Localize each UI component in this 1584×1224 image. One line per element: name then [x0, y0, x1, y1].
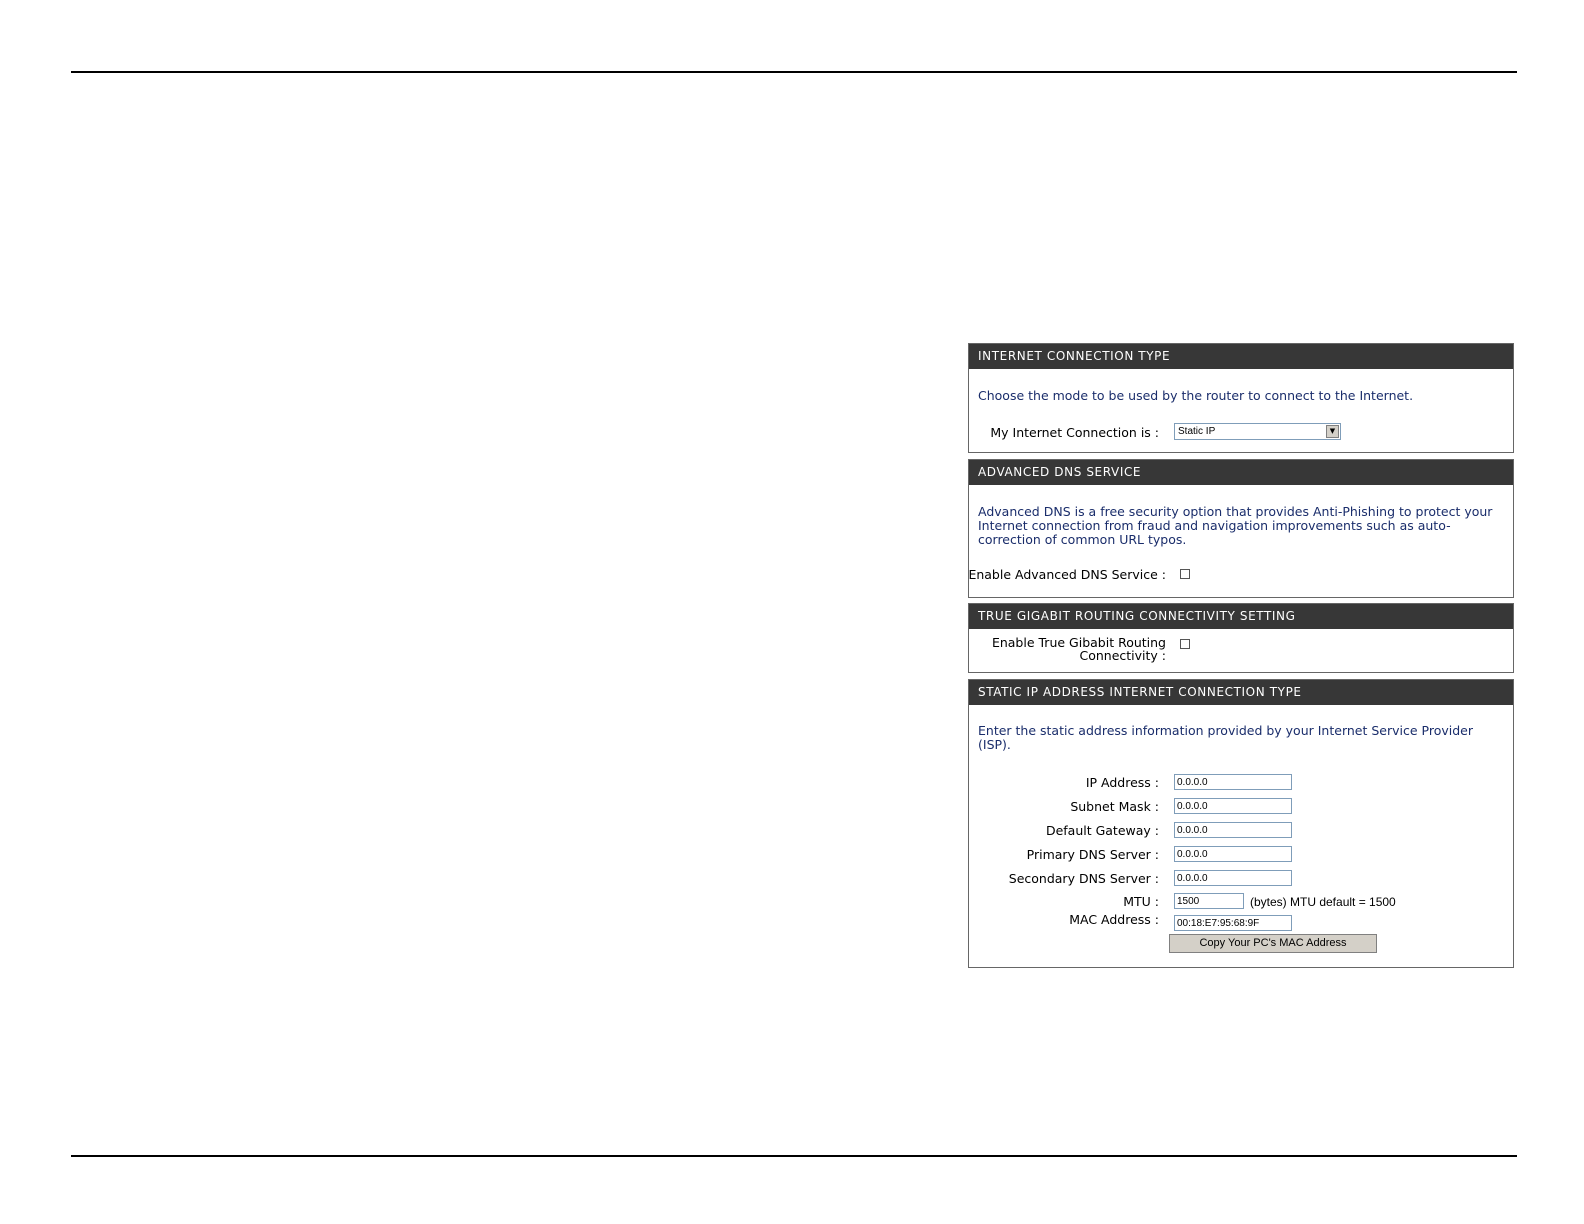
- mtu-input[interactable]: [1174, 893, 1244, 909]
- panel-header: TRUE GIGABIT ROUTING CONNECTIVITY SETTIN…: [969, 604, 1513, 629]
- connection-type-select[interactable]: Static IP ▼: [1174, 423, 1341, 440]
- default-gateway-label: Default Gateway :: [1045, 823, 1159, 838]
- static-ip-panel: STATIC IP ADDRESS INTERNET CONNECTION TY…: [968, 679, 1514, 968]
- mac-address-label: MAC Address :: [1069, 912, 1159, 927]
- advanced-dns-row: Enable Advanced DNS Service :: [968, 565, 1513, 585]
- subnet-mask-input[interactable]: [1174, 798, 1292, 814]
- gigabit-routing-panel: TRUE GIGABIT ROUTING CONNECTIVITY SETTIN…: [968, 603, 1514, 673]
- primary-dns-input[interactable]: [1174, 846, 1292, 862]
- panel-header: STATIC IP ADDRESS INTERNET CONNECTION TY…: [969, 680, 1513, 705]
- chevron-down-icon[interactable]: ▼: [1326, 425, 1339, 438]
- advanced-dns-checkbox[interactable]: [1180, 569, 1190, 579]
- default-gateway-row: Default Gateway :: [969, 821, 1513, 841]
- advanced-dns-panel: ADVANCED DNS SERVICE Advanced DNS is a f…: [968, 459, 1514, 598]
- secondary-dns-row: Secondary DNS Server :: [969, 869, 1513, 889]
- primary-dns-row: Primary DNS Server :: [969, 845, 1513, 865]
- primary-dns-label: Primary DNS Server :: [1026, 847, 1159, 862]
- panel-header: ADVANCED DNS SERVICE: [969, 460, 1513, 485]
- copy-mac-row: Copy Your PC's MAC Address: [969, 934, 1513, 954]
- copy-mac-address-button[interactable]: Copy Your PC's MAC Address: [1169, 934, 1377, 953]
- gigabit-routing-label-line2: Connectivity :: [1079, 648, 1166, 663]
- top-rule: [71, 71, 1517, 73]
- bottom-rule: [71, 1155, 1517, 1157]
- gigabit-routing-label: Enable True Gibabit Routing Connectivity…: [936, 636, 1166, 662]
- default-gateway-input[interactable]: [1174, 822, 1292, 838]
- mtu-note: (bytes) MTU default = 1500: [1250, 895, 1396, 909]
- panel-description: Advanced DNS is a free security option t…: [978, 504, 1493, 547]
- mac-address-row: MAC Address :: [969, 912, 1513, 932]
- mtu-label: MTU :: [1123, 894, 1159, 909]
- subnet-mask-label: Subnet Mask :: [1070, 799, 1159, 814]
- panel-description: Enter the static address information pro…: [978, 723, 1473, 752]
- secondary-dns-input[interactable]: [1174, 870, 1292, 886]
- advanced-dns-label: Enable Advanced DNS Service :: [968, 567, 1166, 582]
- connection-label: My Internet Connection is :: [990, 425, 1159, 440]
- gigabit-routing-checkbox[interactable]: [1180, 639, 1190, 649]
- subnet-mask-row: Subnet Mask :: [969, 797, 1513, 817]
- connection-row: My Internet Connection is : Static IP ▼: [969, 423, 1513, 443]
- mtu-row: MTU : (bytes) MTU default = 1500: [969, 892, 1513, 912]
- panel-description: Choose the mode to be used by the router…: [978, 388, 1414, 403]
- ip-address-row: IP Address :: [969, 773, 1513, 793]
- gigabit-routing-row: Enable True Gibabit Routing Connectivity…: [969, 636, 1513, 666]
- ip-address-input[interactable]: [1174, 774, 1292, 790]
- ip-address-label: IP Address :: [1085, 775, 1159, 790]
- connection-type-value: Static IP: [1178, 426, 1216, 437]
- internet-connection-type-panel: INTERNET CONNECTION TYPE Choose the mode…: [968, 343, 1514, 453]
- secondary-dns-label: Secondary DNS Server :: [1008, 871, 1159, 886]
- panel-header: INTERNET CONNECTION TYPE: [969, 344, 1513, 369]
- mac-address-input[interactable]: [1174, 915, 1292, 931]
